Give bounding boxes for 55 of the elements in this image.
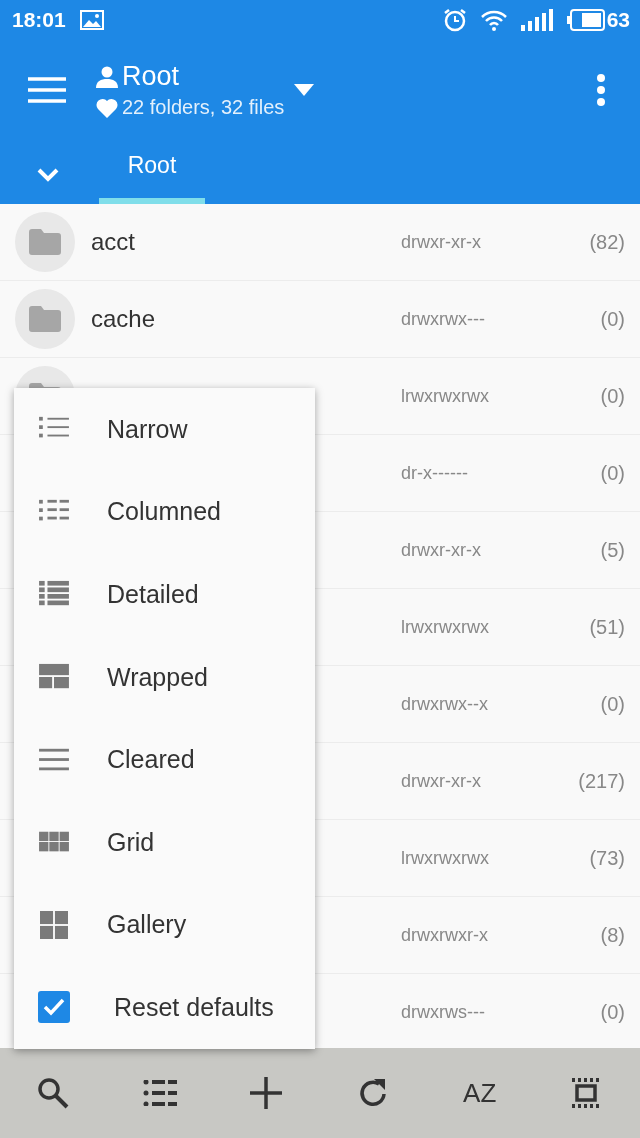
sort-button[interactable]: AZ <box>463 1077 497 1109</box>
person-icon <box>96 65 118 88</box>
clock-time: 18:01 <box>12 8 66 32</box>
item-count: (0) <box>599 461 625 485</box>
image-icon <box>79 10 104 30</box>
item-count: (0) <box>599 1000 625 1024</box>
item-count: (8) <box>599 923 625 947</box>
menu-item[interactable]: Grid <box>107 827 155 857</box>
permissions: drwxrws--- <box>401 1001 486 1023</box>
folder-title: Root <box>122 61 180 92</box>
permissions: drwxr-xr-x <box>401 231 482 253</box>
permissions: drwxr-xr-x <box>401 770 482 792</box>
menu-item[interactable]: Cleared <box>107 745 195 775</box>
folder-summary: 22 folders, 32 files <box>122 96 285 119</box>
item-count: (217) <box>577 769 625 793</box>
item-count: (5) <box>599 538 625 562</box>
permissions: lrwxrwxrwx <box>401 847 490 869</box>
folder-icon <box>29 229 61 255</box>
menu-item[interactable]: Reset defaults <box>114 992 274 1022</box>
menu-item[interactable]: Wrapped <box>107 662 208 692</box>
permissions: drwxrwx--- <box>401 308 486 330</box>
permissions: lrwxrwxrwx <box>401 385 490 407</box>
item-count: (82) <box>588 230 625 254</box>
search-icon[interactable] <box>37 1077 70 1109</box>
chevron-down-icon[interactable] <box>37 168 59 182</box>
permissions: drwxrwx--x <box>401 693 489 715</box>
item-count: (51) <box>588 615 625 639</box>
item-count: (0) <box>599 692 625 716</box>
dropdown-icon[interactable] <box>294 84 315 96</box>
file-name[interactable]: acct <box>91 228 401 256</box>
permissions: lrwxrwxrwx <box>401 616 490 638</box>
item-count: (0) <box>599 307 625 331</box>
heart-icon <box>96 97 118 118</box>
item-count: (0) <box>599 384 625 408</box>
more-icon[interactable] <box>596 74 606 106</box>
permissions: drwxrwxr-x <box>401 924 489 946</box>
alarm-icon <box>442 8 467 32</box>
permissions: dr-x------ <box>401 462 469 484</box>
menu-item[interactable]: Detailed <box>107 580 199 609</box>
battery-level: 63 <box>606 8 630 32</box>
menu-item[interactable]: Columned <box>107 497 221 527</box>
wifi-icon <box>480 9 507 31</box>
checkbox[interactable] <box>37 991 70 1024</box>
menu-item[interactable]: Gallery <box>107 910 187 940</box>
menu-item[interactable]: Narrow <box>107 414 188 444</box>
list-icon[interactable] <box>142 1080 177 1106</box>
add-icon[interactable] <box>250 1077 283 1109</box>
battery-icon <box>566 9 605 31</box>
folder-icon <box>29 306 61 332</box>
menu-icon[interactable] <box>28 77 66 103</box>
gallery-view-icon <box>37 910 70 939</box>
permissions: drwxr-xr-x <box>401 539 482 561</box>
item-count: (73) <box>588 846 625 870</box>
signal-icon <box>520 9 553 31</box>
file-name[interactable]: cache <box>91 305 401 333</box>
